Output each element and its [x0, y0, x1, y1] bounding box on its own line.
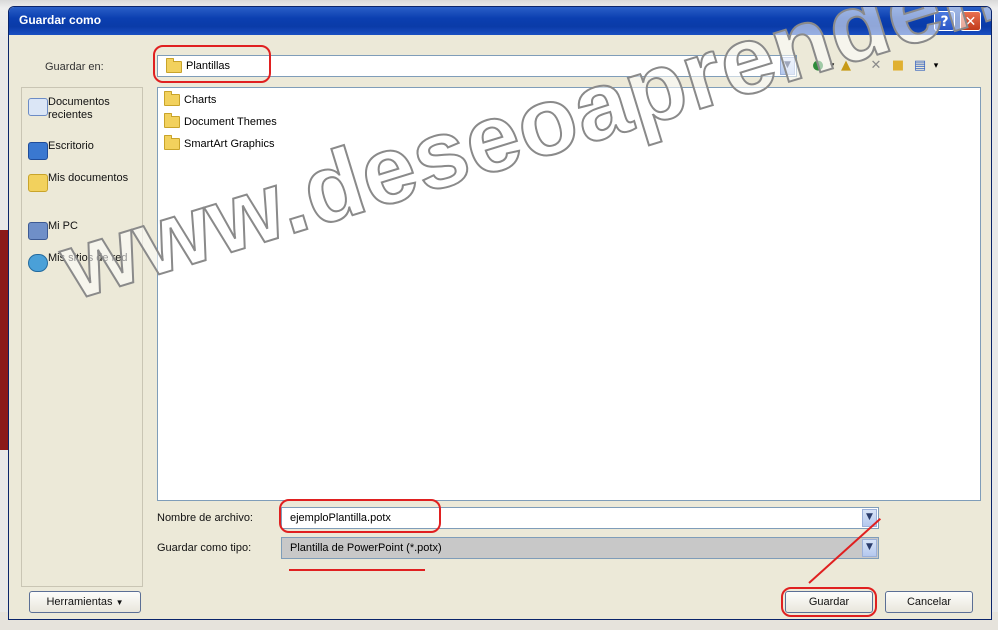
- annotation-underline-filetype: [289, 569, 425, 571]
- save-in-label: Guardar en:: [45, 61, 104, 73]
- chevron-down-icon[interactable]: ▼: [862, 539, 877, 557]
- help-button[interactable]: ?: [934, 11, 955, 31]
- annotation-circle-filename: [279, 499, 441, 533]
- place-desktop[interactable]: Escritorio: [28, 140, 140, 160]
- cancel-button[interactable]: Cancelar: [885, 591, 973, 613]
- my-computer-icon: [28, 222, 48, 240]
- place-recent-documents[interactable]: Documentos recientes: [28, 96, 140, 126]
- file-list[interactable]: Charts Document Themes SmartArt Graphics: [157, 87, 981, 501]
- place-network[interactable]: Mis sitios de red: [28, 252, 140, 282]
- annotation-circle-save: [781, 587, 877, 617]
- filetype-value: Plantilla de PowerPoint (*.potx): [290, 542, 442, 554]
- tools-button[interactable]: Herramientas ▼: [29, 591, 141, 613]
- views-dropdown-icon[interactable]: ▾: [927, 57, 945, 75]
- close-button[interactable]: ✕: [960, 11, 981, 31]
- filetype-select[interactable]: Plantilla de PowerPoint (*.potx) ▼: [281, 537, 879, 559]
- folder-icon: [164, 135, 180, 151]
- up-folder-icon[interactable]: ▲: [837, 57, 855, 75]
- network-places-icon: [28, 254, 48, 272]
- delete-icon[interactable]: ✕: [867, 57, 885, 75]
- list-item[interactable]: SmartArt Graphics: [164, 135, 274, 151]
- new-folder-icon[interactable]: ■: [889, 57, 907, 75]
- my-documents-icon: [28, 174, 48, 192]
- place-my-documents[interactable]: Mis documentos: [28, 172, 140, 202]
- folder-icon: [164, 91, 180, 107]
- chevron-down-icon[interactable]: ▼: [780, 57, 795, 75]
- annotation-circle-folder: [153, 45, 271, 83]
- save-as-dialog: Guardar como ? ✕ Guardar en: Plantillas …: [8, 6, 992, 620]
- filename-label: Nombre de archivo:: [157, 512, 253, 524]
- list-item[interactable]: Document Themes: [164, 113, 277, 129]
- filetype-label: Guardar como tipo:: [157, 542, 252, 554]
- desktop-icon: [28, 142, 48, 160]
- list-item[interactable]: Charts: [164, 91, 216, 107]
- place-my-computer[interactable]: Mi PC: [28, 220, 140, 240]
- folder-icon: [164, 113, 180, 129]
- places-bar: Documentos recientes Escritorio Mis docu…: [21, 87, 143, 587]
- recent-documents-icon: [28, 98, 48, 116]
- chevron-down-icon: ▼: [115, 598, 124, 607]
- title-bar[interactable]: Guardar como ? ✕: [9, 7, 991, 35]
- window-title: Guardar como: [19, 13, 102, 27]
